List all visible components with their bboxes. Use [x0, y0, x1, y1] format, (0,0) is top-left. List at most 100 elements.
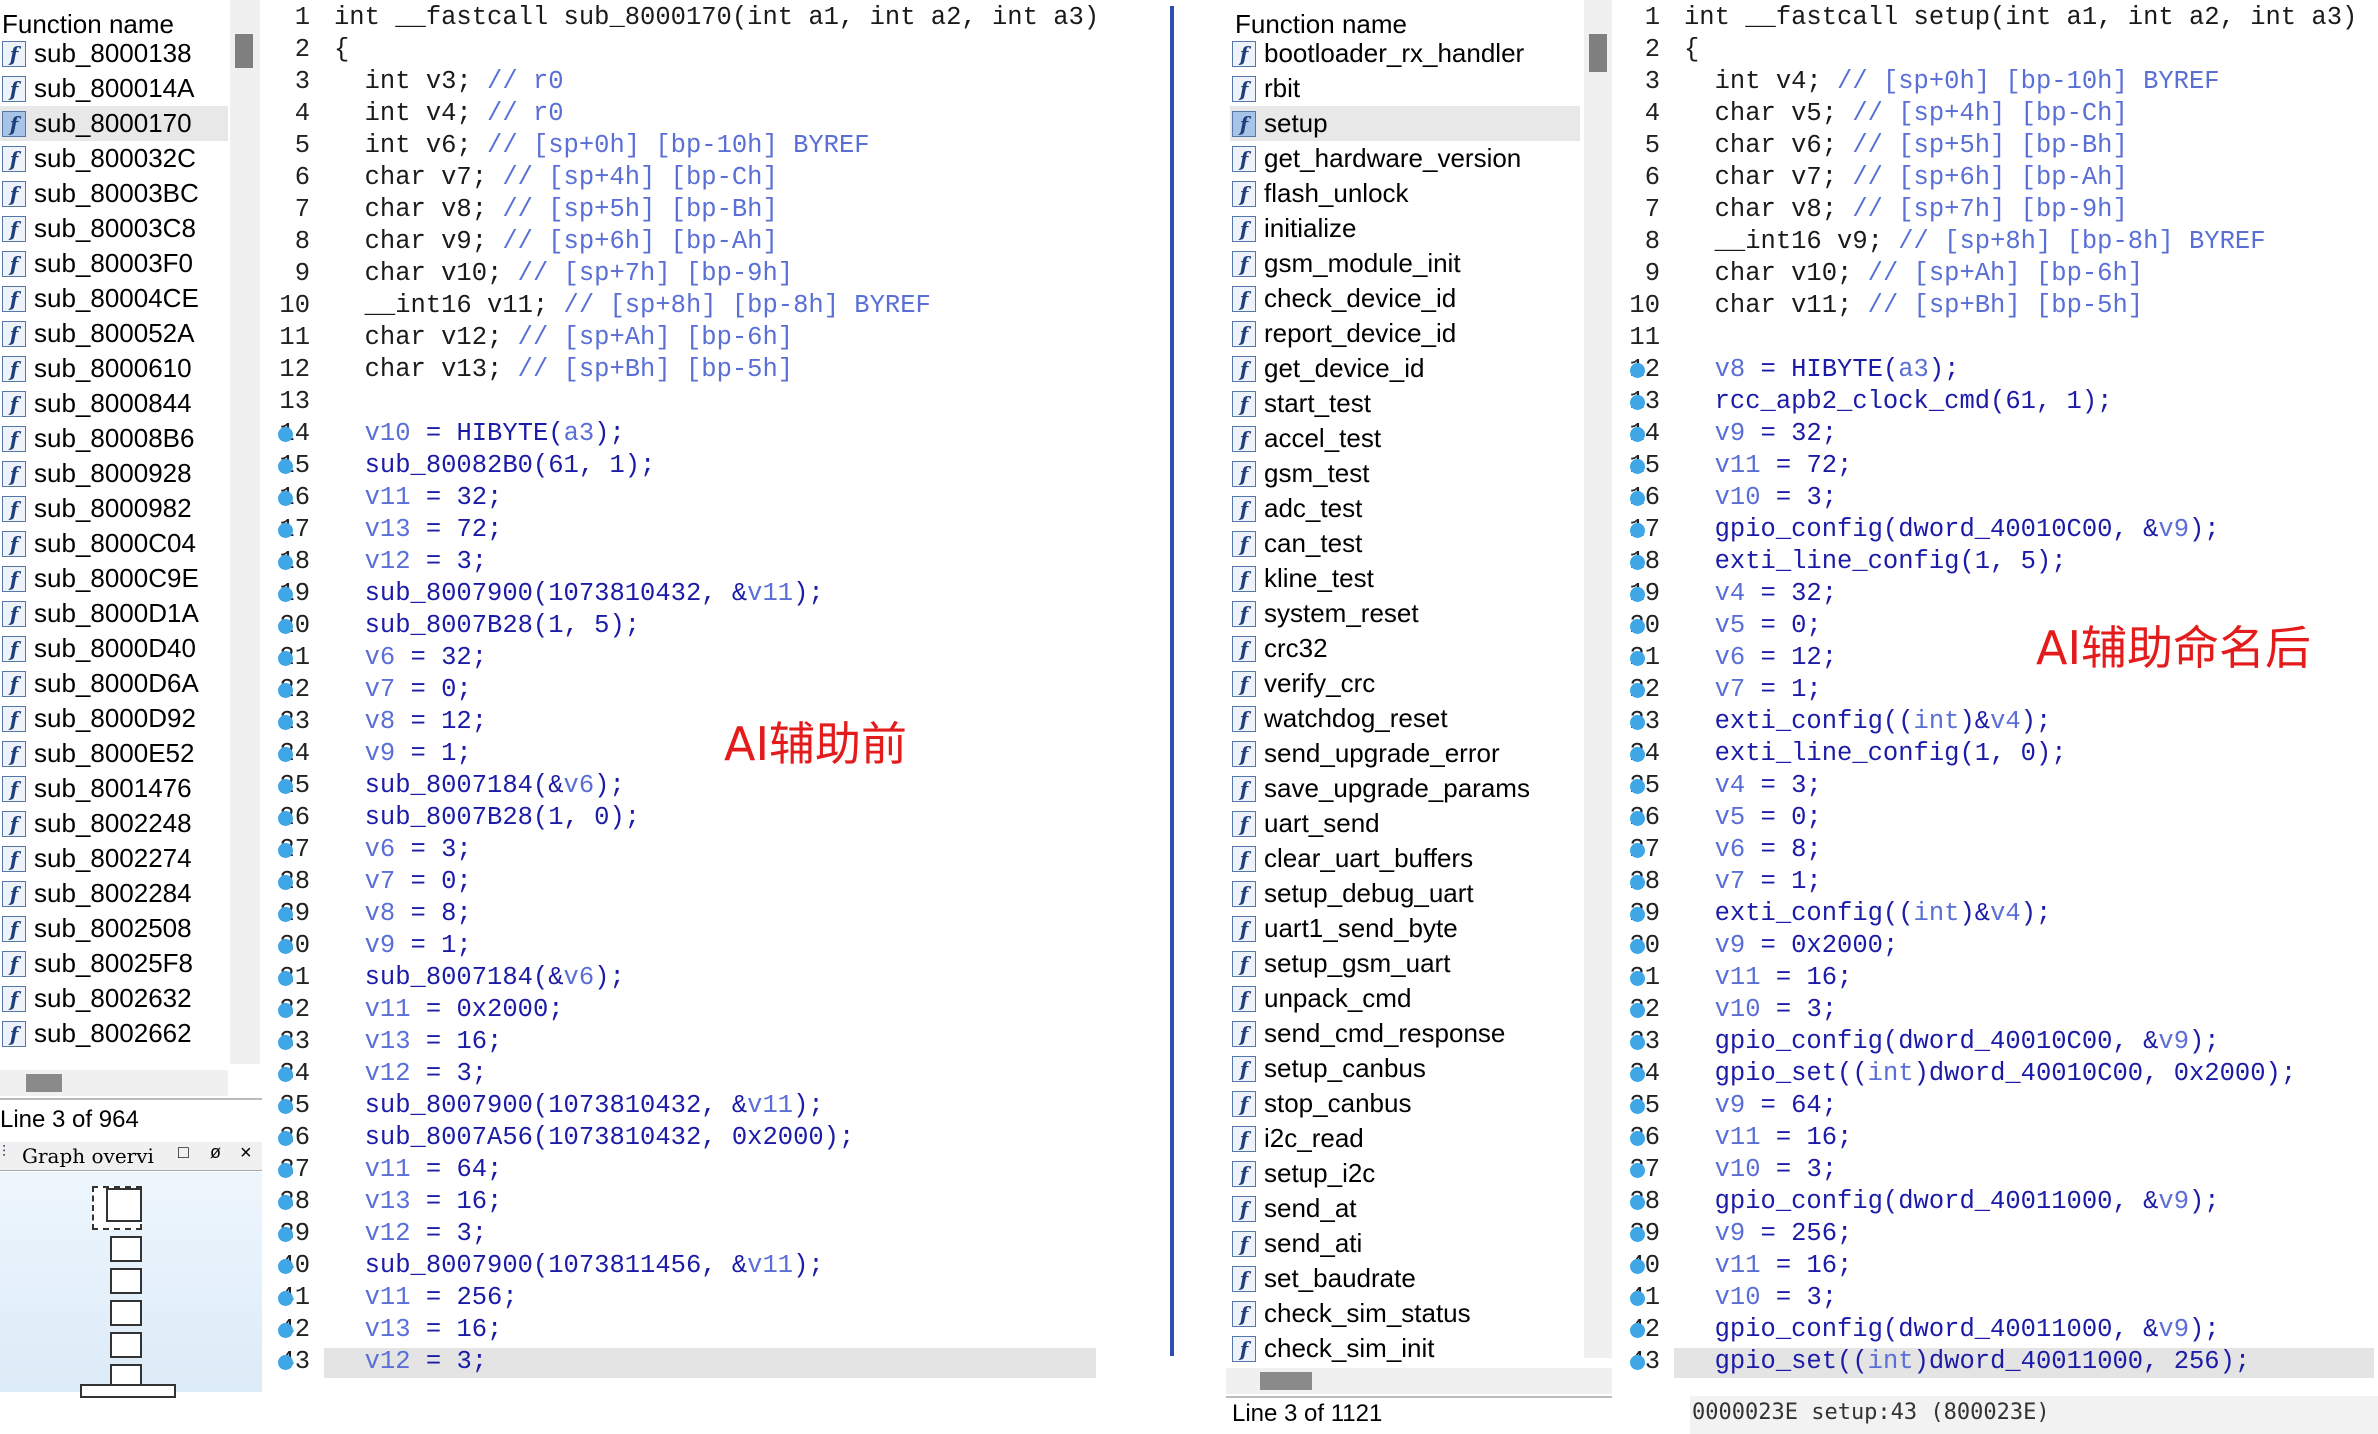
- function-item[interactable]: f setup: [1230, 106, 1580, 141]
- code-line[interactable]: char v11; // [sp+Bh] [bp-5h]: [1684, 290, 2144, 322]
- code-line[interactable]: v5 = 0;: [1684, 802, 1822, 834]
- code-line[interactable]: sub_8007184(&v6);: [334, 962, 625, 994]
- breakpoint-marker[interactable]: [278, 1259, 293, 1274]
- code-line[interactable]: char v7; // [sp+4h] [bp-Ch]: [334, 162, 778, 194]
- breakpoint-marker[interactable]: [1630, 747, 1645, 762]
- function-item[interactable]: f sub_80003C8: [0, 211, 228, 246]
- code-line[interactable]: {: [334, 34, 349, 66]
- breakpoint-marker[interactable]: [278, 523, 293, 538]
- function-item[interactable]: f setup_i2c: [1230, 1156, 1580, 1191]
- code-line[interactable]: v11 = 0x2000;: [334, 994, 564, 1026]
- left-pseudocode-view[interactable]: 1 int __fastcall sub_8000170(int a1, int …: [266, 0, 1111, 1384]
- breakpoint-marker[interactable]: [1630, 1195, 1645, 1210]
- breakpoint-marker[interactable]: [1630, 1355, 1645, 1370]
- code-line[interactable]: v7 = 1;: [1684, 674, 1822, 706]
- breakpoint-marker[interactable]: [1630, 523, 1645, 538]
- breakpoint-marker[interactable]: [278, 747, 293, 762]
- breakpoint-marker[interactable]: [278, 1067, 293, 1082]
- scroll-thumb[interactable]: [1260, 1372, 1312, 1390]
- breakpoint-marker[interactable]: [1630, 491, 1645, 506]
- code-line[interactable]: v9 = 64;: [1684, 1090, 1837, 1122]
- code-line[interactable]: v12 = 3;: [334, 546, 487, 578]
- breakpoint-marker[interactable]: [1630, 939, 1645, 954]
- code-line[interactable]: v9 = 1;: [334, 930, 472, 962]
- function-item[interactable]: f setup_debug_uart: [1230, 876, 1580, 911]
- function-item[interactable]: f sub_8000170: [0, 106, 228, 141]
- function-item[interactable]: f sub_800032C: [0, 141, 228, 176]
- code-line[interactable]: gpio_set((int)dword_40011000, 256);: [1684, 1346, 2251, 1378]
- code-line[interactable]: char v6; // [sp+5h] [bp-Bh]: [1684, 130, 2128, 162]
- function-item[interactable]: f system_reset: [1230, 596, 1580, 631]
- breakpoint-marker[interactable]: [278, 907, 293, 922]
- function-item[interactable]: f sub_8000E52: [0, 736, 228, 771]
- code-line[interactable]: v9 = 32;: [1684, 418, 1837, 450]
- code-line[interactable]: v7 = 0;: [334, 866, 472, 898]
- breakpoint-marker[interactable]: [1630, 715, 1645, 730]
- breakpoint-marker[interactable]: [1630, 1259, 1645, 1274]
- function-item[interactable]: f kline_test: [1230, 561, 1580, 596]
- code-line[interactable]: v10 = 3;: [1684, 994, 1837, 1026]
- breakpoint-marker[interactable]: [278, 1163, 293, 1178]
- function-item[interactable]: f verify_crc: [1230, 666, 1580, 701]
- function-item[interactable]: f stop_canbus: [1230, 1086, 1580, 1121]
- breakpoint-marker[interactable]: [278, 875, 293, 890]
- breakpoint-marker[interactable]: [1630, 1227, 1645, 1242]
- left-fn-hscrollbar[interactable]: [0, 1070, 228, 1096]
- breakpoint-marker[interactable]: [278, 715, 293, 730]
- code-line[interactable]: v10 = 3;: [1684, 482, 1837, 514]
- function-item[interactable]: f send_at: [1230, 1191, 1580, 1226]
- function-item[interactable]: f rbit: [1230, 71, 1580, 106]
- breakpoint-marker[interactable]: [1630, 1099, 1645, 1114]
- function-item[interactable]: f sub_8000D40: [0, 631, 228, 666]
- code-line[interactable]: exti_line_config(1, 5);: [1684, 546, 2067, 578]
- function-item[interactable]: f gsm_module_init: [1230, 246, 1580, 281]
- breakpoint-marker[interactable]: [1630, 555, 1645, 570]
- function-item[interactable]: f sub_8000C9E: [0, 561, 228, 596]
- code-line[interactable]: v4 = 32;: [1684, 578, 1837, 610]
- close-button[interactable]: ×: [240, 1142, 252, 1165]
- code-line[interactable]: gpio_set((int)dword_40010C00, 0x2000);: [1684, 1058, 2297, 1090]
- code-line[interactable]: int v4; // [sp+0h] [bp-10h] BYREF: [1684, 66, 2220, 98]
- code-line[interactable]: sub_8007900(1073810432, &v11);: [334, 578, 824, 610]
- function-item[interactable]: f adc_test: [1230, 491, 1580, 526]
- breakpoint-marker[interactable]: [1630, 1067, 1645, 1082]
- pin-button[interactable]: ø: [210, 1142, 221, 1163]
- code-line[interactable]: char v12; // [sp+Ah] [bp-6h]: [334, 322, 794, 354]
- function-item[interactable]: f sub_8000844: [0, 386, 228, 421]
- code-line[interactable]: v8 = 12;: [334, 706, 487, 738]
- code-line[interactable]: v12 = 3;: [334, 1218, 487, 1250]
- breakpoint-marker[interactable]: [1630, 1323, 1645, 1338]
- code-line[interactable]: gpio_config(dword_40010C00, &v9);: [1684, 514, 2220, 546]
- breakpoint-marker[interactable]: [278, 1099, 293, 1114]
- code-line[interactable]: v7 = 1;: [1684, 866, 1822, 898]
- code-line[interactable]: sub_8007900(1073810432, &v11);: [334, 1090, 824, 1122]
- code-line[interactable]: gpio_config(dword_40011000, &v9);: [1684, 1314, 2220, 1346]
- code-line[interactable]: v13 = 16;: [334, 1186, 503, 1218]
- breakpoint-marker[interactable]: [1630, 1003, 1645, 1018]
- breakpoint-marker[interactable]: [1630, 779, 1645, 794]
- breakpoint-marker[interactable]: [278, 1323, 293, 1338]
- breakpoint-marker[interactable]: [1630, 363, 1645, 378]
- breakpoint-marker[interactable]: [278, 843, 293, 858]
- function-item[interactable]: f can_test: [1230, 526, 1580, 561]
- breakpoint-marker[interactable]: [278, 779, 293, 794]
- breakpoint-marker[interactable]: [278, 459, 293, 474]
- function-item[interactable]: f gsm_test: [1230, 456, 1580, 491]
- function-item[interactable]: f get_hardware_version: [1230, 141, 1580, 176]
- breakpoint-marker[interactable]: [1630, 1163, 1645, 1178]
- code-line[interactable]: v7 = 0;: [334, 674, 472, 706]
- code-line[interactable]: rcc_apb2_clock_cmd(61, 1);: [1684, 386, 2113, 418]
- breakpoint-marker[interactable]: [278, 971, 293, 986]
- code-line[interactable]: gpio_config(dword_40010C00, &v9);: [1684, 1026, 2220, 1058]
- breakpoint-marker[interactable]: [1630, 811, 1645, 826]
- code-line[interactable]: v9 = 256;: [1684, 1218, 1853, 1250]
- restore-button[interactable]: □: [178, 1142, 189, 1163]
- function-item[interactable]: f get_device_id: [1230, 351, 1580, 386]
- breakpoint-marker[interactable]: [278, 1035, 293, 1050]
- breakpoint-marker[interactable]: [278, 619, 293, 634]
- breakpoint-marker[interactable]: [278, 587, 293, 602]
- code-line[interactable]: char v10; // [sp+Ah] [bp-6h]: [1684, 258, 2144, 290]
- function-item[interactable]: f sub_8002284: [0, 876, 228, 911]
- function-item[interactable]: f sub_8000138: [0, 36, 228, 71]
- function-item[interactable]: f bootloader_rx_handler: [1230, 36, 1580, 71]
